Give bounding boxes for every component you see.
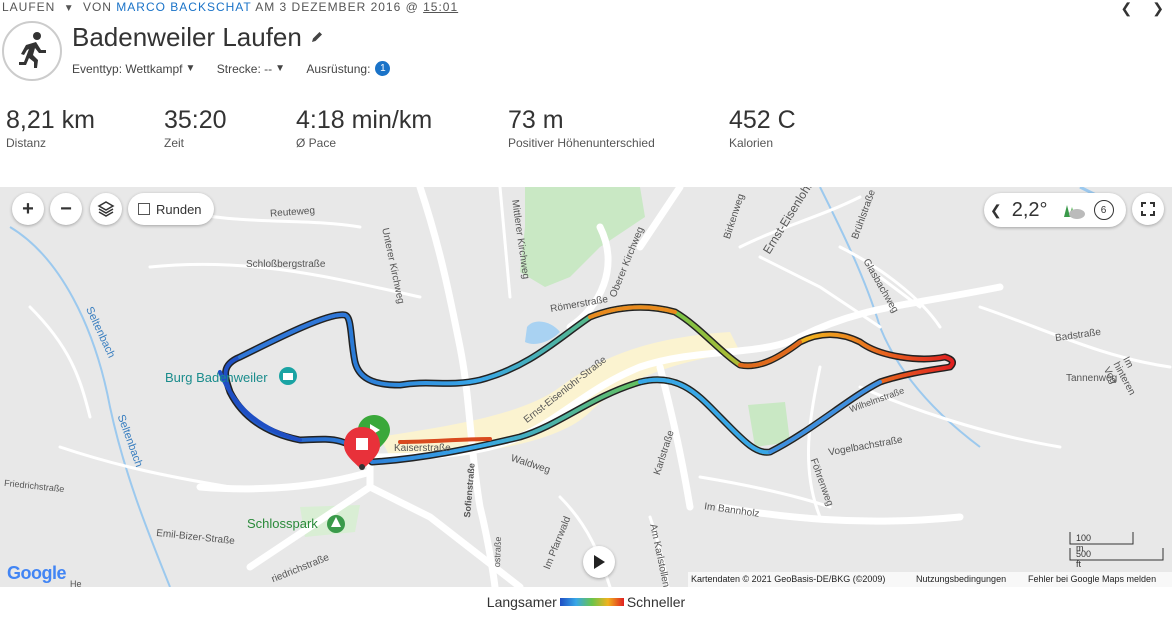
activity-title: Badenweiler Laufen — [72, 22, 302, 52]
google-logo[interactable]: Google — [7, 563, 67, 584]
report-error-link[interactable]: Fehler bei Google Maps melden — [1028, 574, 1156, 584]
wind-speed: 6 — [1093, 200, 1114, 220]
place-label-burg[interactable]: Burg Badenweiler — [165, 370, 268, 385]
street-label: Kaiserstraße — [394, 443, 451, 454]
street-label: Schloßbergstraße — [246, 259, 326, 270]
layers-button[interactable] — [90, 193, 122, 225]
chevron-left-icon[interactable]: ❮ — [1121, 0, 1133, 16]
route-map[interactable]: Reuteweg Schloßbergstraße Unterer Kirchw… — [0, 187, 1172, 587]
stat-value: 4:18 min/km — [296, 106, 433, 134]
running-person-icon — [2, 21, 62, 81]
street-label: He — [70, 579, 82, 587]
stat-calories: 452 C Kalorien — [729, 106, 796, 150]
stat-label: Ø Pace — [296, 136, 337, 150]
by-label: VON — [82, 0, 112, 14]
pencil-icon[interactable] — [310, 30, 324, 44]
partly-cloudy-icon — [1063, 205, 1085, 219]
event-type-label: Eventtyp: — [72, 61, 123, 76]
pace-legend: Langsamer Schneller — [0, 594, 1172, 610]
place-label-schlosspark[interactable]: Schlosspark — [247, 516, 318, 531]
stat-value: 73 m — [508, 106, 564, 134]
stat-value: 8,21 km — [6, 106, 95, 134]
caret-down-icon: ▼ — [185, 63, 196, 74]
gear-label: Ausrüstung: — [306, 61, 371, 76]
stat-label: Distanz — [6, 136, 47, 150]
scale-imperial: 500 ft — [1076, 549, 1092, 569]
legend-fast-label: Schneller — [626, 594, 686, 610]
event-type-dropdown[interactable]: Eventtyp: Wettkampf ▼ — [72, 62, 195, 76]
laps-toggle[interactable]: Runden — [128, 193, 214, 225]
laps-label: Runden — [156, 201, 202, 217]
date-label: AM 3 DEZEMBER 2016 @ — [255, 0, 419, 14]
event-type-value: Wettkampf — [125, 61, 183, 76]
time-label: 15:01 — [423, 0, 459, 14]
stat-distance: 8,21 km Distanz — [6, 106, 95, 150]
legend-gradient — [559, 598, 624, 606]
fullscreen-icon — [1141, 202, 1155, 216]
stat-elevation: 73 m Positiver Höhenunterschied — [508, 106, 655, 150]
course-value: -- — [264, 61, 273, 76]
zoom-out-button[interactable]: − — [50, 193, 82, 225]
stat-pace: 4:18 min/km Ø Pace — [296, 106, 432, 150]
caret-down-icon: ▼ — [275, 63, 286, 74]
author-link[interactable]: MARCO BACKSCHAT — [116, 0, 251, 14]
activity-nav: ❮ ❯ — [1101, 0, 1164, 17]
activity-breadcrumb: LAUFEN ▼ VON MARCO BACKSCHAT AM 3 DEZEMB… — [2, 0, 458, 16]
zoom-in-button[interactable]: + — [12, 193, 44, 225]
google-logo-text: Google — [7, 563, 67, 583]
gear-count-badge: 1 — [375, 61, 391, 76]
map-data-attribution[interactable]: Kartendaten © 2021 GeoBasis-DE/BKG (©200… — [691, 574, 885, 584]
fullscreen-button[interactable] — [1132, 193, 1164, 225]
stat-label: Positiver Höhenunterschied — [508, 136, 655, 150]
street-label: ostraße — [492, 536, 504, 568]
terms-link[interactable]: Nutzungsbedingungen — [916, 574, 1006, 584]
legend-slow-label: Langsamer — [486, 594, 557, 610]
course-label: Strecke: — [216, 61, 261, 76]
laps-checkbox[interactable] — [138, 203, 150, 215]
play-button[interactable] — [583, 546, 615, 578]
weather-widget[interactable]: ❮ 2,2° 6 — [984, 193, 1126, 227]
stat-label: Kalorien — [729, 136, 774, 150]
activity-meta: Eventtyp: Wettkampf ▼ Strecke: -- ▼ Ausrüs… — [72, 61, 408, 76]
temperature: 2,2° — [1011, 198, 1048, 221]
layers-icon — [97, 201, 115, 217]
chevron-left-icon[interactable]: ❮ — [990, 202, 1002, 219]
stat-label: Zeit — [164, 136, 185, 150]
stat-value: 35:20 — [164, 106, 227, 134]
gear-link[interactable]: Ausrüstung: 1 — [306, 61, 391, 76]
chevron-right-icon[interactable]: ❯ — [1152, 0, 1164, 16]
course-dropdown[interactable]: Strecke: -- ▼ — [217, 62, 285, 76]
play-icon — [594, 555, 605, 569]
stat-time: 35:20 Zeit — [164, 106, 227, 150]
stat-value: 452 C — [729, 106, 796, 134]
caret-down-icon[interactable]: ▼ — [64, 3, 75, 14]
activity-type-label[interactable]: LAUFEN — [2, 0, 55, 14]
